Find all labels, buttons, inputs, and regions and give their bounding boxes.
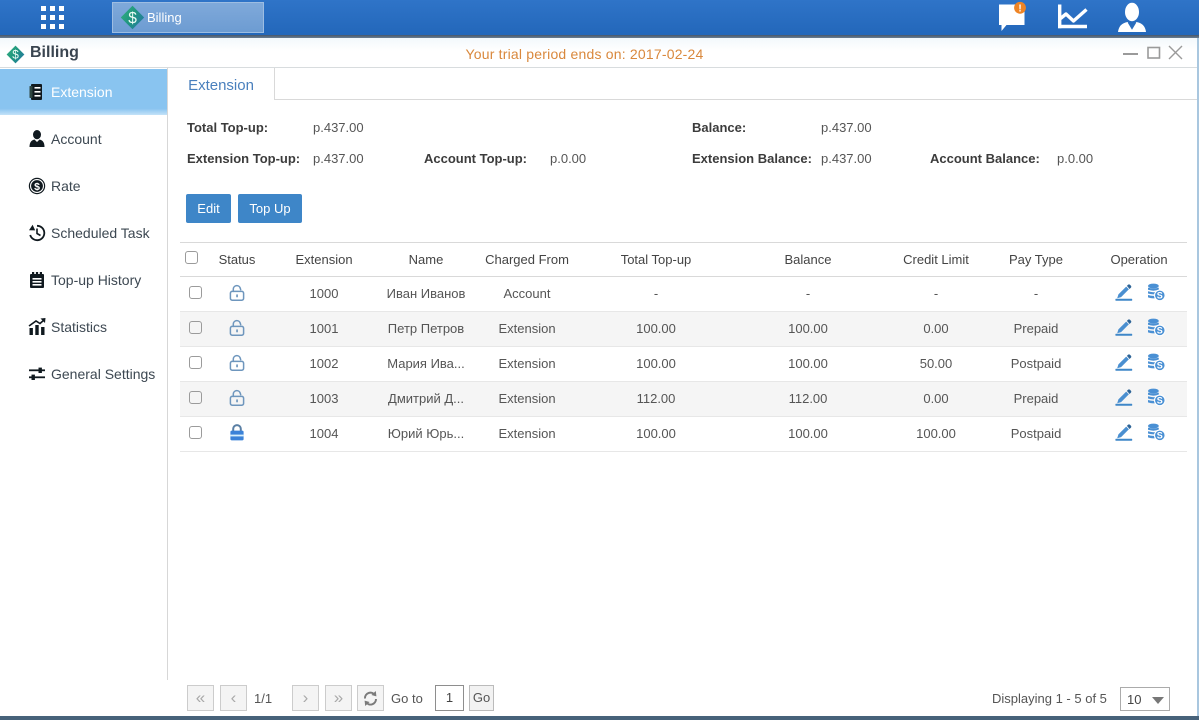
svg-text:S: S xyxy=(1157,431,1163,441)
svg-text:S: S xyxy=(1157,361,1163,371)
svg-text:S: S xyxy=(1157,396,1163,406)
svg-text:$: $ xyxy=(34,180,40,192)
svg-text:$: $ xyxy=(128,10,137,27)
svg-text:S: S xyxy=(1157,326,1163,336)
svg-text:S: S xyxy=(1157,291,1163,301)
svg-text:!: ! xyxy=(1018,4,1021,15)
